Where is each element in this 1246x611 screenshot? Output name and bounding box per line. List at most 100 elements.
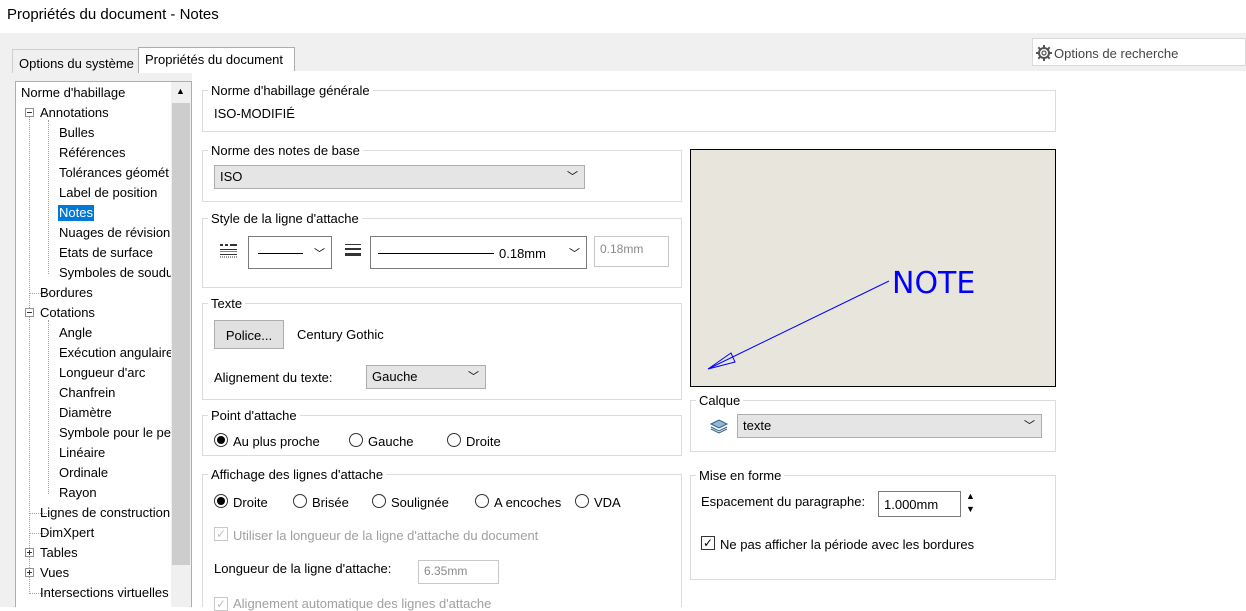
custom-thickness-input[interactable]: 0.18mm (594, 236, 669, 267)
tree-item-bordures[interactable]: Bordures (40, 285, 93, 301)
radio-droite[interactable] (447, 433, 461, 447)
search-options-box[interactable]: Options de recherche (1032, 38, 1246, 66)
chevron-down-icon: ﹀ (314, 248, 325, 260)
tree-item-cotations[interactable]: Cotations (40, 305, 95, 321)
expand-icon[interactable] (25, 548, 34, 557)
window-title: Propriétés du document - Notes (7, 6, 219, 23)
tree-item-intersections-virtuelles[interactable]: Intersections virtuelles (40, 585, 169, 601)
spacing-value: 1.000mm (884, 497, 939, 512)
line-sample (378, 253, 494, 254)
select-value: texte (743, 418, 772, 433)
spacing-input[interactable]: 1.000mm (878, 491, 961, 517)
group-label: Point d'attache (208, 408, 300, 423)
tree-item-execution-angulaire[interactable]: Exécution angulaire (59, 345, 173, 361)
chevron-down-icon: ﹀ (1024, 420, 1035, 432)
auto-align-label: Alignement automatique des lignes d'atta… (233, 596, 492, 611)
tab-system-options[interactable]: Options du système (12, 49, 139, 73)
group-label: Style de la ligne d'attache (208, 211, 362, 226)
tree-item-references[interactable]: Références (59, 145, 125, 161)
line-thickness-select[interactable]: 0.18mm ﹀ (370, 236, 587, 269)
chevron-down-icon: ﹀ (569, 248, 580, 260)
tree-item-nuages-revision[interactable]: Nuages de révision (59, 225, 170, 241)
tree-item-symboles-soudure[interactable]: Symboles de soudu (59, 265, 173, 281)
group-label: Norme d'habillage générale (208, 83, 373, 98)
radio-label: A encoches (494, 495, 562, 510)
font-name: Century Gothic (297, 327, 384, 342)
gear-icon (1036, 45, 1052, 61)
radio-label: Au plus proche (233, 434, 320, 449)
radio-label: Droite (466, 434, 501, 449)
scroll-up-icon[interactable]: ▲ (176, 86, 185, 96)
radio-a-encoches[interactable] (475, 494, 489, 508)
note-preview: NOTE (690, 149, 1056, 387)
scrollbar-thumb[interactable] (172, 103, 190, 565)
tree-item-lineaire[interactable]: Linéaire (59, 445, 105, 461)
tree-item-label-position[interactable]: Label de position (59, 185, 157, 201)
group-label: Texte (208, 296, 246, 311)
tree-item-ordinale[interactable]: Ordinale (59, 465, 108, 481)
tree-item-diametre[interactable]: Diamètre (59, 405, 112, 421)
leader-length-label: Longueur de la ligne d'attache: (214, 561, 392, 576)
line-style-select[interactable]: ﹀ (248, 236, 332, 269)
tab-label: Options du système (19, 56, 134, 71)
radio-label: Droite (233, 495, 268, 510)
font-button[interactable]: Police... (214, 320, 284, 349)
tree-item-rayon[interactable]: Rayon (59, 485, 97, 501)
tree-item-annotations[interactable]: Annotations (40, 105, 109, 121)
leader-length-input[interactable]: 6.35mm (418, 560, 499, 584)
layer-select[interactable]: texte ﹀ (737, 414, 1042, 438)
text-align-label: Alignement du texte: (214, 370, 333, 385)
tree-item-etats-surface[interactable]: Etats de surface (59, 245, 153, 261)
collapse-icon[interactable] (25, 108, 34, 117)
tree-item-chanfrein[interactable]: Chanfrein (59, 385, 115, 401)
radio-au-plus-proche[interactable] (214, 433, 228, 447)
tree-item-angle[interactable]: Angle (59, 325, 92, 341)
preview-drawing: NOTE (707, 266, 975, 370)
settings-tree[interactable]: Norme d'habillage Annotations Bulles Réf… (15, 81, 192, 607)
tree-item-vues[interactable]: Vues (40, 565, 69, 581)
tab-document-properties[interactable]: Propriétés du document (138, 47, 295, 73)
layers-icon (709, 419, 729, 434)
use-doc-length-label: Utiliser la longueur de la ligne d'attac… (233, 528, 539, 543)
radio-vda[interactable] (575, 494, 589, 508)
hide-period-checkbox[interactable]: ✓ (701, 536, 715, 550)
radio-label: Brisée (312, 495, 349, 510)
group-label: Norme des notes de base (208, 143, 363, 158)
tree-item-tables[interactable]: Tables (40, 545, 78, 561)
tree-item-symbole-perpendiculaire[interactable]: Symbole pour le pe (59, 425, 171, 441)
select-value: Gauche (372, 369, 418, 384)
chevron-down-icon: ﹀ (567, 171, 578, 183)
tree-item-notes[interactable]: Notes (58, 205, 94, 221)
tab-label: Propriétés du document (145, 52, 284, 67)
line-sample (258, 253, 303, 254)
tree-item-lignes-construction[interactable]: Lignes de construction (40, 505, 170, 521)
tree-item-norme-habillage[interactable]: Norme d'habillage (21, 85, 125, 101)
use-doc-length-checkbox[interactable]: ✓ (214, 527, 228, 541)
text-align-select[interactable]: Gauche ﹀ (366, 365, 486, 389)
expand-icon[interactable] (25, 568, 34, 577)
general-standard-value: ISO-MODIFIÉ (214, 106, 295, 121)
search-label: Options de recherche (1054, 46, 1179, 61)
tree-item-dimxpert[interactable]: DimXpert (40, 525, 94, 541)
radio-label: Gauche (368, 434, 414, 449)
spin-down-icon[interactable]: ▼ (966, 503, 975, 516)
spinner[interactable]: ▲ ▼ (966, 490, 975, 516)
group-label: Mise en forme (696, 468, 785, 483)
radio-brisee[interactable] (293, 494, 307, 508)
hide-period-label: Ne pas afficher la période avec les bord… (720, 537, 975, 552)
radio-soulignee[interactable] (372, 494, 386, 508)
spin-up-icon[interactable]: ▲ (966, 490, 975, 503)
radio-label: VDA (594, 495, 621, 510)
formatting-group (690, 475, 1056, 580)
radio-gauche[interactable] (349, 433, 363, 447)
group-label: Affichage des lignes d'attache (208, 467, 387, 482)
radio-droite-leader[interactable] (214, 494, 228, 508)
tree-item-bulles[interactable]: Bulles (59, 125, 94, 141)
base-standard-select[interactable]: ISO ﹀ (214, 165, 585, 189)
radio-label: Soulignée (391, 495, 449, 510)
tree-item-tolerances[interactable]: Tolérances géomét (59, 165, 169, 181)
collapse-icon[interactable] (25, 308, 34, 317)
tree-item-longueur-arc[interactable]: Longueur d'arc (59, 365, 145, 381)
title-bar: Propriétés du document - Notes (0, 0, 1246, 33)
auto-align-checkbox[interactable]: ✓ (214, 597, 228, 611)
